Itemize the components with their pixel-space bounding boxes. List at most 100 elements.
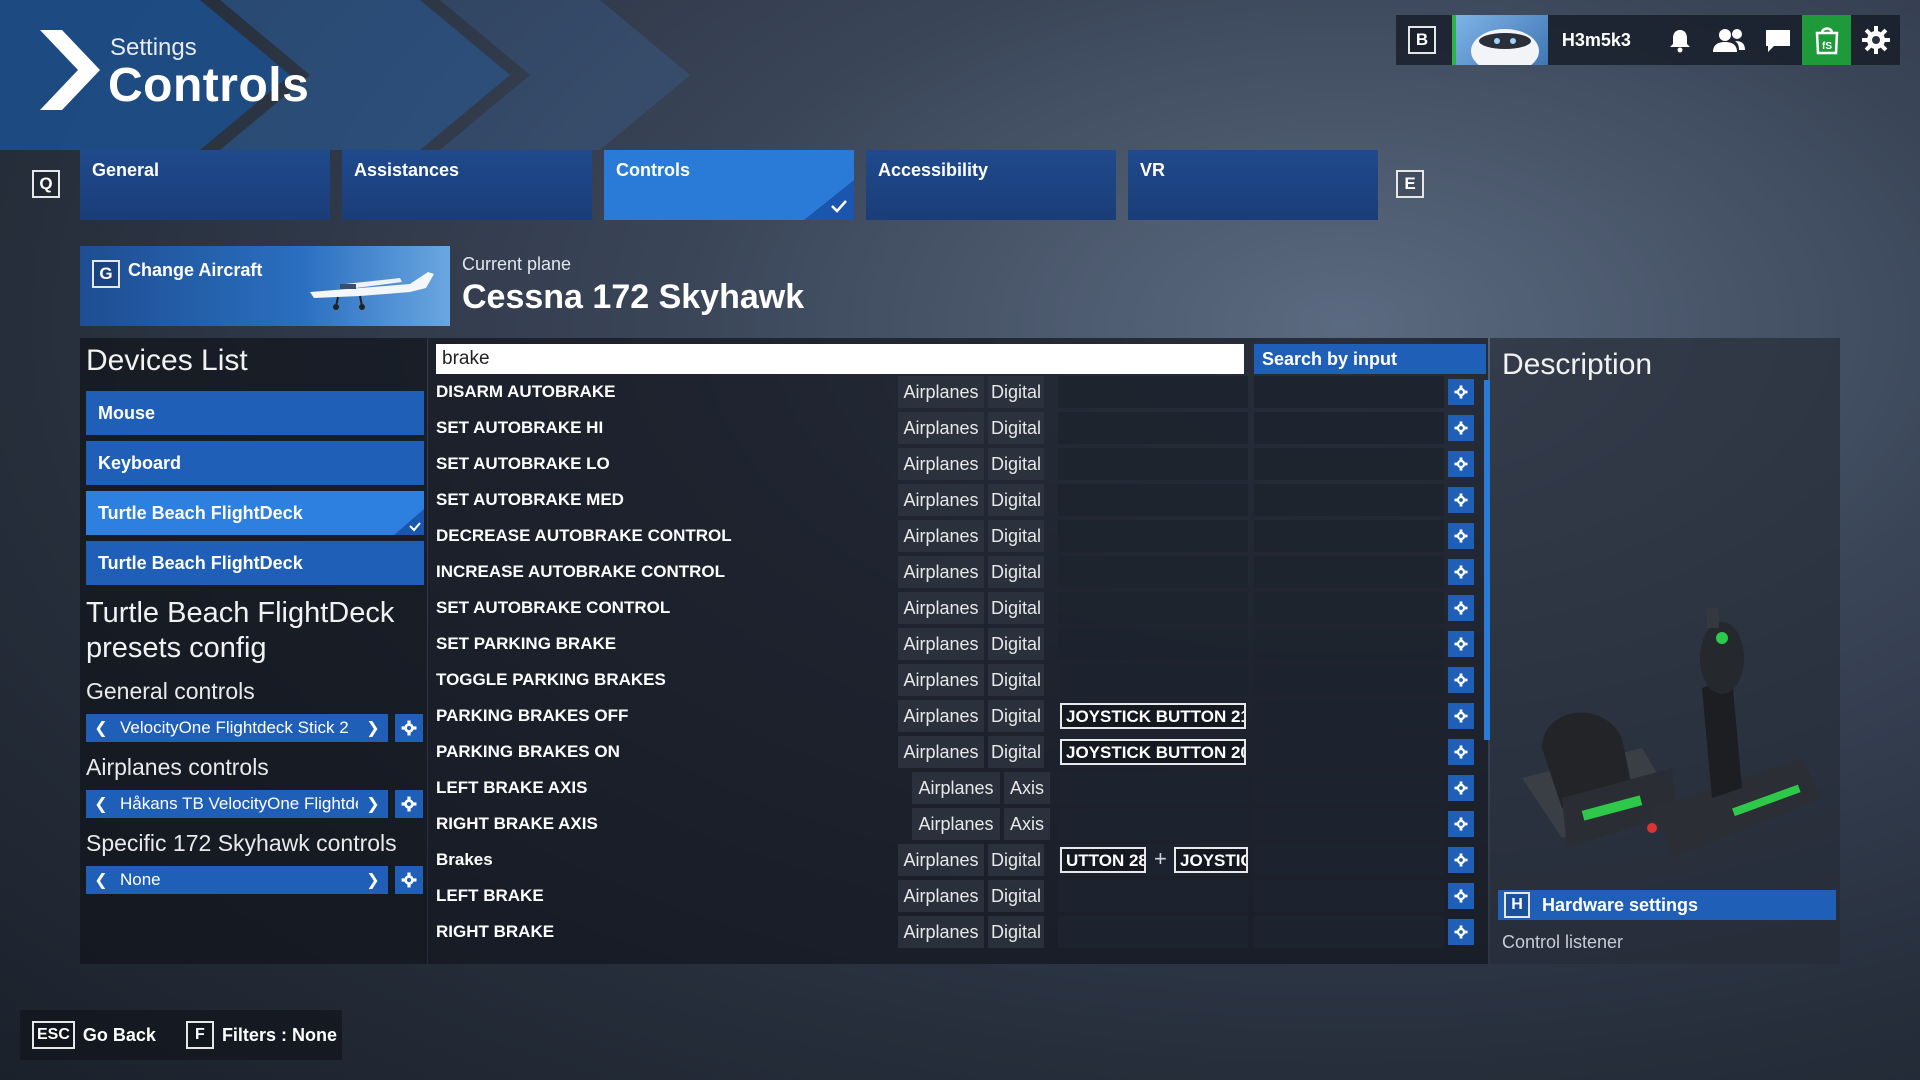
chevron-right-icon[interactable]: ❯ — [358, 794, 388, 814]
gear-icon[interactable] — [1448, 667, 1474, 693]
tab-next-key[interactable]: E — [1396, 170, 1424, 198]
gear-icon[interactable] — [395, 790, 423, 818]
gear-icon[interactable] — [1448, 415, 1474, 441]
gear-icon[interactable] — [1448, 379, 1474, 405]
input-slot-primary[interactable] — [1058, 556, 1248, 588]
search-input[interactable] — [436, 344, 1244, 374]
input-binding[interactable]: JOYSTICK BUTTON 21 — [1060, 703, 1246, 729]
gear-icon[interactable] — [1448, 595, 1474, 621]
input-slot-secondary[interactable] — [1254, 592, 1444, 624]
store-icon[interactable]: fS — [1802, 15, 1852, 65]
change-aircraft-button[interactable]: G Change Aircraft — [80, 246, 450, 326]
input-slot-primary[interactable] — [1058, 592, 1248, 624]
chevron-right-icon[interactable]: ❯ — [358, 718, 388, 738]
input-slot-secondary[interactable] — [1254, 808, 1444, 840]
gear-icon[interactable] — [1448, 631, 1474, 657]
gear-icon[interactable] — [395, 714, 423, 742]
tab-general[interactable]: General — [80, 150, 330, 220]
username[interactable]: H3m5k3 — [1562, 30, 1656, 51]
chevron-left-icon[interactable]: ❮ — [86, 718, 116, 738]
binding-row[interactable]: LEFT BRAKE AXIS Airplanes Axis — [428, 772, 1478, 804]
search-by-input-button[interactable]: Search by input — [1254, 344, 1486, 374]
control-listener-label[interactable]: Control listener — [1502, 932, 1623, 953]
tab-controls[interactable]: Controls — [604, 150, 854, 220]
gear-icon[interactable] — [1448, 739, 1474, 765]
input-slot-primary[interactable] — [1058, 520, 1248, 552]
gear-icon[interactable] — [1448, 811, 1474, 837]
specific-controls-select[interactable]: ❮ None ❯ — [86, 866, 388, 894]
input-slot-primary[interactable] — [1058, 628, 1248, 660]
go-back-button[interactable]: ESC Go Back — [32, 1021, 156, 1049]
binding-row[interactable]: SET AUTOBRAKE CONTROL Airplanes Digital — [428, 592, 1478, 624]
gear-icon[interactable] — [1448, 883, 1474, 909]
binding-row[interactable]: DISARM AUTOBRAKE Airplanes Digital — [428, 376, 1478, 408]
input-slot-primary[interactable] — [1058, 484, 1248, 516]
gear-icon[interactable] — [395, 866, 423, 894]
tab-prev-key[interactable]: Q — [32, 170, 60, 198]
airplanes-controls-select[interactable]: ❮ Håkans TB VelocityOne Flightdeck ❯ — [86, 790, 388, 818]
binding-row[interactable]: SET AUTOBRAKE LO Airplanes Digital — [428, 448, 1478, 480]
bell-icon[interactable] — [1656, 15, 1705, 65]
general-controls-select[interactable]: ❮ VelocityOne Flightdeck Stick 2 ❯ — [86, 714, 388, 742]
input-slot-primary[interactable] — [1058, 916, 1248, 948]
input-slot-secondary[interactable] — [1254, 520, 1444, 552]
gear-icon[interactable] — [1448, 775, 1474, 801]
device-item-keyboard[interactable]: Keyboard — [86, 441, 424, 485]
binding-row[interactable]: DECREASE AUTOBRAKE CONTROL Airplanes Digit… — [428, 520, 1478, 552]
binding-row[interactable]: PARKING BRAKES ON Airplanes Digital JOYSTIC… — [428, 736, 1478, 768]
gear-icon[interactable] — [1448, 559, 1474, 585]
binding-row[interactable]: LEFT BRAKE Airplanes Digital — [428, 880, 1478, 912]
binding-row[interactable]: SET AUTOBRAKE MED Airplanes Digital — [428, 484, 1478, 516]
chat-icon[interactable] — [1753, 15, 1802, 65]
input-slot-secondary[interactable] — [1254, 844, 1444, 876]
gear-icon[interactable] — [1448, 523, 1474, 549]
input-binding[interactable]: UTTON 28 — [1060, 847, 1146, 873]
tab-assistances[interactable]: Assistances — [342, 150, 592, 220]
binding-row[interactable]: INCREASE AUTOBRAKE CONTROL Airplanes Digit… — [428, 556, 1478, 588]
input-slot-primary[interactable] — [1058, 808, 1248, 840]
gear-icon[interactable] — [1851, 15, 1900, 65]
input-slot-secondary[interactable] — [1254, 448, 1444, 480]
binding-row[interactable]: SET PARKING BRAKE Airplanes Digital — [428, 628, 1478, 660]
gear-icon[interactable] — [1448, 487, 1474, 513]
binding-row[interactable]: RIGHT BRAKE AXIS Airplanes Axis — [428, 808, 1478, 840]
binding-row[interactable]: PARKING BRAKES OFF Airplanes Digital JOYSTI… — [428, 700, 1478, 732]
input-binding[interactable]: JOYSTIC — [1174, 847, 1248, 873]
input-slot-secondary[interactable] — [1254, 772, 1444, 804]
hardware-settings-button[interactable]: H Hardware settings — [1498, 890, 1836, 920]
gear-icon[interactable] — [1448, 703, 1474, 729]
input-slot-primary[interactable] — [1058, 376, 1248, 408]
binding-row[interactable]: Brakes Airplanes Digital UTTON 28 + JOYSTIC — [428, 844, 1478, 876]
input-slot-secondary[interactable] — [1254, 916, 1444, 948]
input-binding[interactable]: JOYSTICK BUTTON 20 — [1060, 739, 1246, 765]
avatar[interactable] — [1452, 15, 1548, 65]
input-slot-primary[interactable] — [1058, 412, 1248, 444]
input-slot-secondary[interactable] — [1254, 700, 1444, 732]
chevron-left-icon[interactable]: ❮ — [86, 794, 116, 814]
input-slot-secondary[interactable] — [1254, 736, 1444, 768]
binding-row[interactable]: SET AUTOBRAKE HI Airplanes Digital — [428, 412, 1478, 444]
input-slot-primary[interactable] — [1058, 448, 1248, 480]
device-item-mouse[interactable]: Mouse — [86, 391, 424, 435]
input-slot-secondary[interactable] — [1254, 664, 1444, 696]
filters-button[interactable]: F Filters : None — [185, 1021, 337, 1049]
friends-icon[interactable] — [1705, 15, 1754, 65]
input-slot-primary[interactable] — [1058, 772, 1248, 804]
chevron-right-icon[interactable]: ❯ — [358, 870, 388, 890]
device-item-flightdeck-2[interactable]: Turtle Beach FlightDeck — [86, 541, 424, 585]
input-slot-primary[interactable] — [1058, 880, 1248, 912]
input-slot-secondary[interactable] — [1254, 556, 1444, 588]
chevron-left-icon[interactable]: ❮ — [86, 870, 116, 890]
tab-vr[interactable]: VR — [1128, 150, 1378, 220]
input-slot-secondary[interactable] — [1254, 880, 1444, 912]
device-item-flightdeck-1[interactable]: Turtle Beach FlightDeck — [86, 491, 424, 535]
gear-icon[interactable] — [1448, 451, 1474, 477]
input-slot-primary[interactable] — [1058, 664, 1248, 696]
binding-row[interactable]: TOGGLE PARKING BRAKES Airplanes Digital — [428, 664, 1478, 696]
input-slot-secondary[interactable] — [1254, 628, 1444, 660]
input-slot-secondary[interactable] — [1254, 412, 1444, 444]
binding-row[interactable]: RIGHT BRAKE Airplanes Digital — [428, 916, 1478, 948]
input-slot-secondary[interactable] — [1254, 484, 1444, 516]
tab-accessibility[interactable]: Accessibility — [866, 150, 1116, 220]
gear-icon[interactable] — [1448, 847, 1474, 873]
